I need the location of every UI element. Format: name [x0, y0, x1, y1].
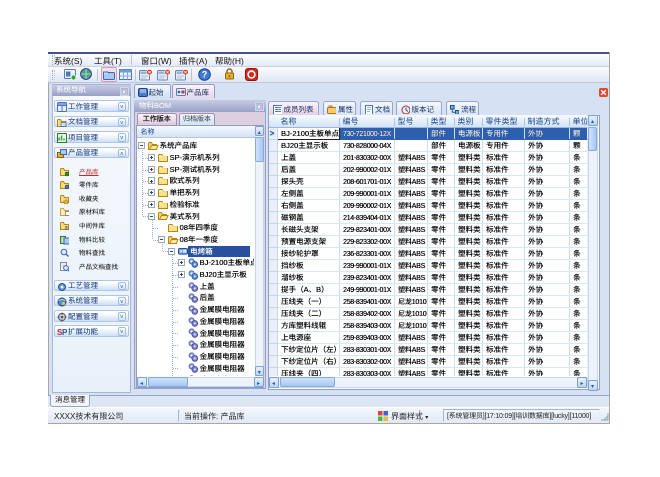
- svg-text:?: ?: [202, 70, 208, 80]
- svg-text:P: P: [62, 328, 67, 337]
